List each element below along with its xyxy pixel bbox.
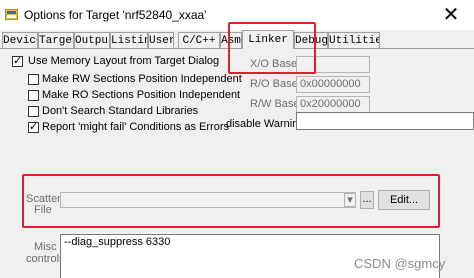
option-label-report-might-fail: Report 'might fail' Conditions as Errors [42, 121, 229, 133]
disable-warnings-input[interactable] [296, 112, 474, 130]
tab-device[interactable]: Device [2, 32, 38, 48]
misc-label-line1: Misc [34, 241, 57, 253]
tab-user[interactable]: User [148, 32, 174, 48]
ro-base-field[interactable]: 0x00000000 [296, 76, 370, 93]
checkbox-ro-position-independent[interactable] [28, 90, 39, 101]
option-label-rw-position-independent: Make RW Sections Position Independent [42, 73, 242, 85]
checkbox-dont-search-std-libs[interactable] [28, 106, 39, 117]
option-label-dont-search-std-libs: Don't Search Standard Libraries [42, 105, 199, 117]
checkbox-rw-position-independent[interactable] [28, 74, 39, 85]
tab-target[interactable]: Target [38, 32, 74, 48]
tab-linker[interactable]: Linker [242, 30, 294, 49]
tab-utilities[interactable]: Utilities [328, 32, 380, 48]
misc-label-line2: controls [26, 253, 65, 265]
rw-base-field[interactable]: 0x20000000 [296, 96, 370, 113]
option-label-use-memory-layout: Use Memory Layout from Target Dialog [28, 55, 220, 67]
rw-base-label: R/W Base [250, 98, 300, 110]
tab-c-cpp[interactable]: C/C++ [178, 32, 220, 48]
checkbox-report-might-fail[interactable]: ✓ [28, 122, 39, 133]
ro-base-label: R/O Base: [250, 78, 301, 90]
tab-listing[interactable]: Listing [110, 32, 148, 48]
tab-output[interactable]: Output [74, 32, 110, 48]
watermark: CSDN @sgmcy [354, 256, 446, 271]
close-button[interactable]: ✕ [428, 0, 474, 30]
option-label-ro-position-independent: Make RO Sections Position Independent [42, 89, 241, 101]
checkbox-use-memory-layout[interactable]: ✓ [12, 56, 23, 67]
app-icon [5, 9, 18, 20]
window-title: Options for Target 'nrf52840_xxaa' [24, 8, 207, 22]
highlight-box-scatter [22, 174, 440, 228]
